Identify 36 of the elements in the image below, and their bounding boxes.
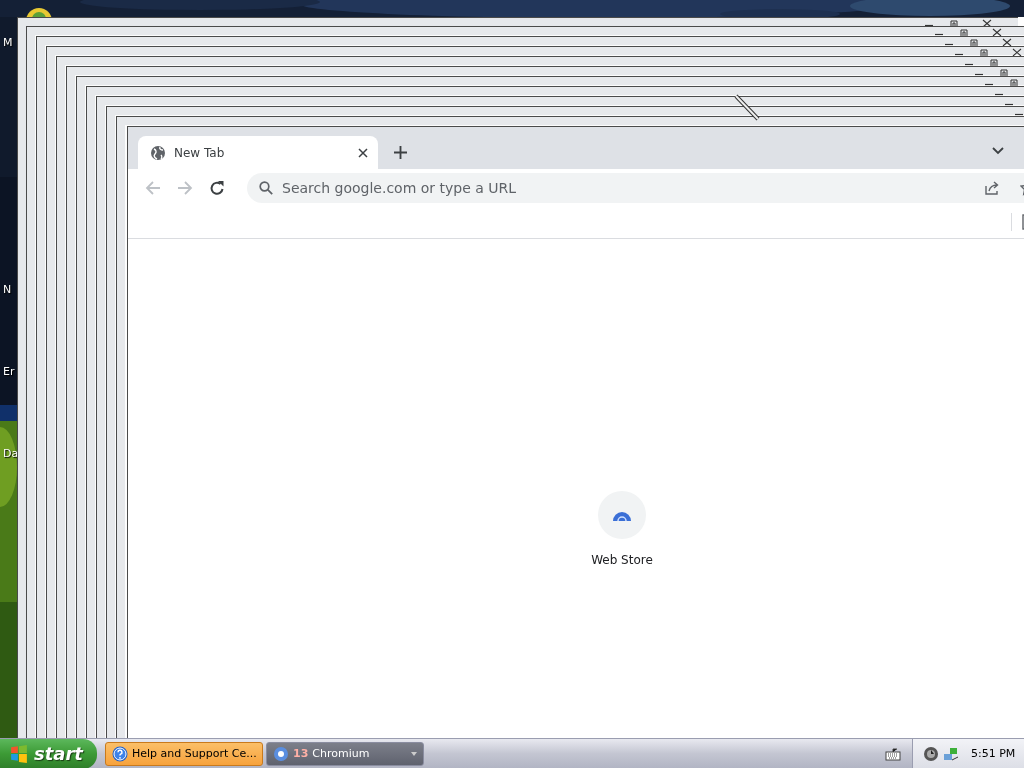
reload-icon[interactable] <box>209 179 225 196</box>
maximize-icon[interactable] <box>949 19 959 27</box>
cursor-icon <box>733 94 761 122</box>
maximize-icon[interactable] <box>959 28 969 36</box>
new-tab-icon[interactable] <box>394 146 407 159</box>
address-bar[interactable]: Search google.com or type a URL <box>247 172 1024 203</box>
maximize-icon[interactable] <box>989 58 999 66</box>
share-icon[interactable] <box>984 179 1000 196</box>
close-icon[interactable] <box>1012 48 1022 56</box>
desktop-icon-label[interactable]: N <box>3 283 12 296</box>
help-icon <box>112 745 128 762</box>
network-icon[interactable] <box>943 745 959 762</box>
shortcut-label[interactable]: Web Store <box>591 553 653 567</box>
taskbar-button[interactable]: Help and Support Ce... <box>105 741 263 766</box>
taskbar-button[interactable]: 13 Chromium <box>266 741 424 766</box>
close-icon[interactable] <box>992 28 1002 36</box>
desktop-icon-label[interactable]: Er <box>3 365 15 378</box>
close-icon[interactable] <box>982 19 992 27</box>
close-icon[interactable] <box>358 147 368 158</box>
keyboard-icon[interactable] <box>885 746 901 761</box>
browser-tab[interactable]: New Tab <box>138 136 378 169</box>
maximize-icon[interactable] <box>979 48 989 56</box>
maximize-icon[interactable] <box>1009 78 1019 86</box>
maximize-icon[interactable] <box>999 68 1009 76</box>
clock[interactable]: 5:51 PM <box>971 747 1016 760</box>
start-button[interactable]: start <box>0 738 97 768</box>
search-icon <box>259 180 273 195</box>
windows-flag-icon <box>10 744 28 763</box>
browser-icon <box>273 745 289 762</box>
globe-icon <box>150 144 166 161</box>
chevron-down-icon[interactable] <box>992 147 1004 155</box>
maximize-icon[interactable] <box>969 38 979 46</box>
shortcut-tile[interactable] <box>598 491 646 539</box>
desktop-icon-label[interactable]: M <box>3 36 13 49</box>
close-icon[interactable] <box>1002 38 1012 46</box>
dropdown-arrow-icon <box>411 751 417 756</box>
